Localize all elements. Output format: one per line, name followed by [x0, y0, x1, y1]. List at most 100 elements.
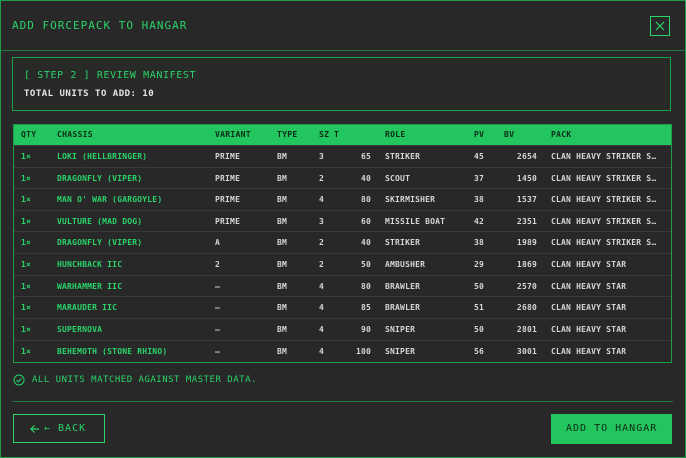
- header-variant[interactable]: VARIANT: [215, 130, 270, 139]
- cell-pack: CLAN HEAVY STRIKER S…: [551, 217, 657, 226]
- cell-pack: CLAN HEAVY STRIKER S…: [551, 195, 657, 204]
- cell-t: 100: [355, 347, 371, 356]
- close-icon: [655, 21, 665, 31]
- cell-bv: 2680: [516, 303, 537, 312]
- table-row[interactable]: 1× BEHEMOTH (STONE RHINO) — BM 4 100 SNI…: [14, 340, 671, 361]
- header-pv[interactable]: PV: [474, 130, 494, 139]
- cell-bv: 1450: [516, 174, 537, 183]
- header-qty[interactable]: QTY: [21, 130, 51, 139]
- cell-chassis: WARHAMMER IIC: [57, 282, 123, 291]
- cell-variant: PRIME: [215, 152, 241, 161]
- cell-chassis: DRAGONFLY (VIPER): [57, 238, 143, 247]
- cell-role: SKIRMISHER: [385, 195, 436, 204]
- cell-pack: CLAN HEAVY STAR: [551, 260, 627, 269]
- header-bv[interactable]: BV: [504, 130, 537, 139]
- cell-chassis: SUPERNOVA: [57, 325, 103, 334]
- cell-type: BM: [277, 347, 288, 356]
- arrow-left-icon: [30, 425, 39, 433]
- cell-pv: 38: [474, 238, 485, 247]
- check-circle-icon: [13, 374, 25, 386]
- table-row[interactable]: 1× MARAUDER IIC — BM 4 85 BRAWLER 51 268…: [14, 296, 671, 317]
- table-row[interactable]: 1× LOKI (HELLBRINGER) PRIME BM 3 65 STRI…: [14, 145, 671, 166]
- cell-pv: 38: [474, 195, 485, 204]
- cell-pv: 29: [474, 260, 485, 269]
- cell-chassis: HUNCHBACK IIC: [57, 260, 123, 269]
- cell-pv: 42: [474, 217, 485, 226]
- cell-chassis: VULTURE (MAD DOG): [57, 217, 143, 226]
- cell-t: 40: [360, 174, 371, 183]
- add-to-hangar-button[interactable]: ADD TO HANGAR: [551, 414, 672, 444]
- cell-type: BM: [277, 217, 288, 226]
- cell-bv: 1869: [516, 260, 537, 269]
- table-row[interactable]: 1× WARHAMMER IIC — BM 4 80 BRAWLER 50 25…: [14, 275, 671, 296]
- cell-type: BM: [277, 195, 288, 204]
- cell-t: 80: [360, 195, 371, 204]
- cell-bv: 2801: [516, 325, 537, 334]
- cell-qty: 1×: [21, 325, 32, 334]
- header-t[interactable]: T: [334, 130, 371, 139]
- cell-bv: 1989: [516, 238, 537, 247]
- step-panel: [ STEP 2 ] REVIEW MANIFEST TOTAL UNITS T…: [12, 57, 671, 111]
- dialog-header: ADD FORCEPACK TO HANGAR: [1, 1, 685, 51]
- cell-role: SCOUT: [385, 174, 411, 183]
- cell-pv: 50: [474, 325, 485, 334]
- add-forcepack-dialog: ADD FORCEPACK TO HANGAR [ STEP 2 ] REVIE…: [0, 0, 686, 458]
- cell-chassis: DRAGONFLY (VIPER): [57, 174, 143, 183]
- cell-role: STRIKER: [385, 238, 421, 247]
- cell-qty: 1×: [21, 174, 32, 183]
- cell-role: MISSILE BOAT: [385, 217, 446, 226]
- table-row[interactable]: 1× MAN O' WAR (GARGOYLE) PRIME BM 4 80 S…: [14, 188, 671, 209]
- cell-type: BM: [277, 260, 288, 269]
- cell-qty: 1×: [21, 152, 32, 161]
- table-row[interactable]: 1× HUNCHBACK IIC 2 BM 2 50 AMBUSHER 29 1…: [14, 253, 671, 274]
- table-header: QTY CHASSIS VARIANT TYPE SZ T ROLE PV BV…: [14, 125, 671, 145]
- cell-chassis: LOKI (HELLBRINGER): [57, 152, 148, 161]
- header-role[interactable]: ROLE: [385, 130, 470, 139]
- cell-pack: CLAN HEAVY STAR: [551, 347, 627, 356]
- cell-variant: 2: [215, 260, 221, 269]
- cell-role: BRAWLER: [385, 282, 421, 291]
- cell-pv: 37: [474, 174, 485, 183]
- cell-type: BM: [277, 303, 288, 312]
- cell-variant: —: [215, 347, 221, 356]
- step-title: [ STEP 2 ] REVIEW MANIFEST: [24, 70, 197, 81]
- add-to-hangar-label: ADD TO HANGAR: [566, 423, 658, 434]
- back-button-label: ← BACK: [44, 423, 87, 434]
- close-button[interactable]: [650, 16, 670, 36]
- table-row[interactable]: 1× DRAGONFLY (VIPER) PRIME BM 2 40 SCOUT…: [14, 167, 671, 188]
- table-row[interactable]: 1× SUPERNOVA — BM 4 90 SNIPER 50 2801 CL…: [14, 318, 671, 339]
- cell-t: 90: [360, 325, 371, 334]
- header-chassis[interactable]: CHASSIS: [57, 130, 207, 139]
- cell-t: 60: [360, 217, 371, 226]
- table-row[interactable]: 1× VULTURE (MAD DOG) PRIME BM 3 60 MISSI…: [14, 210, 671, 231]
- cell-role: BRAWLER: [385, 303, 421, 312]
- header-pack[interactable]: PACK: [551, 130, 666, 139]
- total-units: TOTAL UNITS TO ADD: 10: [24, 89, 155, 99]
- cell-variant: —: [215, 282, 221, 291]
- table-row[interactable]: 1× DRAGONFLY (VIPER) A BM 2 40 STRIKER 3…: [14, 231, 671, 252]
- cell-qty: 1×: [21, 217, 32, 226]
- cell-variant: PRIME: [215, 174, 241, 183]
- cell-type: BM: [277, 174, 288, 183]
- cell-pv: 51: [474, 303, 485, 312]
- cell-variant: PRIME: [215, 195, 241, 204]
- cell-pv: 50: [474, 282, 485, 291]
- cell-role: SNIPER: [385, 347, 416, 356]
- back-button[interactable]: ← BACK: [13, 414, 105, 443]
- cell-pack: CLAN HEAVY STAR: [551, 303, 627, 312]
- cell-qty: 1×: [21, 303, 32, 312]
- header-type[interactable]: TYPE: [277, 130, 307, 139]
- cell-variant: —: [215, 325, 221, 334]
- cell-qty: 1×: [21, 282, 32, 291]
- cell-t: 65: [360, 152, 371, 161]
- cell-pack: CLAN HEAVY STAR: [551, 325, 627, 334]
- cell-chassis: BEHEMOTH (STONE RHINO): [57, 347, 168, 356]
- cell-t: 85: [360, 303, 371, 312]
- cell-bv: 3001: [516, 347, 537, 356]
- match-status-text: ALL UNITS MATCHED AGAINST MASTER DATA.: [32, 375, 257, 385]
- cell-qty: 1×: [21, 238, 32, 247]
- cell-role: SNIPER: [385, 325, 416, 334]
- manifest-table: QTY CHASSIS VARIANT TYPE SZ T ROLE PV BV…: [13, 124, 672, 363]
- cell-qty: 1×: [21, 260, 32, 269]
- cell-pv: 56: [474, 347, 485, 356]
